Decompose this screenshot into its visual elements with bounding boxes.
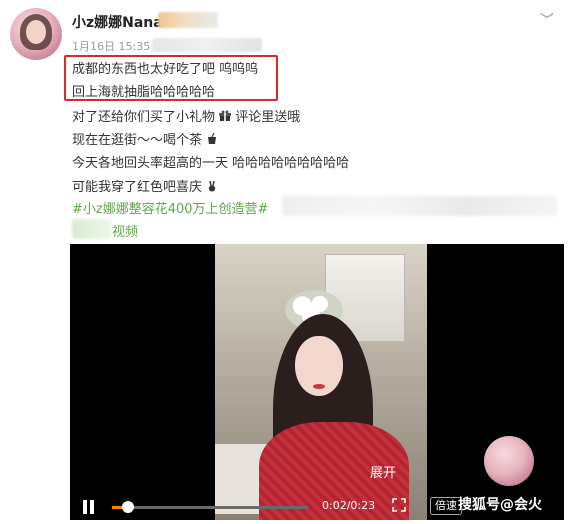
blurred-hashtag-tail: [282, 196, 557, 216]
progress-bar[interactable]: [112, 501, 308, 513]
blurred-link-prefix: [72, 219, 112, 239]
gift-icon: [219, 110, 232, 121]
video-player[interactable]: 展开 0:02/0:23 倍速 搜狐号@会火: [70, 244, 564, 520]
fullscreen-icon[interactable]: [392, 498, 406, 512]
blurred-meta: [152, 38, 262, 52]
post-line-2: 回上海就抽脂哈哈哈哈哈: [72, 85, 216, 100]
post-line-6: 可能我穿了红色吧喜庆: [72, 176, 218, 195]
video-avatar[interactable]: [484, 436, 534, 486]
video-link-label: 视频: [112, 225, 139, 240]
woman-figure: [255, 314, 409, 520]
progress-knob[interactable]: [121, 501, 134, 513]
user-avatar[interactable]: [10, 8, 62, 60]
topic-hashtag[interactable]: #小z娜娜整容花400万上创造营#: [72, 198, 268, 217]
pause-icon[interactable]: [82, 500, 96, 514]
expand-button[interactable]: 展开: [370, 462, 396, 481]
video-time: 0:02/0:23: [322, 499, 376, 512]
avatar-face: [26, 20, 46, 44]
tea-icon: [208, 133, 217, 144]
post-timestamp: 1月16日 15:35 来: [72, 40, 165, 53]
post-line-6-text: 可能我穿了红色吧喜庆: [72, 180, 203, 195]
post-line-3: 对了还给你们买了小礼物 评论里送哦: [72, 106, 300, 125]
post-line-4-text: 现在在逛街～～喝个茶: [72, 133, 203, 148]
post-line-4: 现在在逛街～～喝个茶: [72, 129, 218, 148]
post-line-5: 今天各地回头率超高的一天 哈哈哈哈哈哈哈哈哈: [72, 156, 350, 171]
chevron-down-icon[interactable]: ﹀: [540, 10, 554, 30]
woman-lips: [313, 384, 325, 389]
post-line-3-text: 对了还给你们买了小礼物: [72, 110, 216, 125]
post-line-1: 成都的东西也太好吃了吧 呜呜呜: [72, 62, 259, 77]
blurred-badge: [158, 12, 218, 28]
post-line-3-suffix: 评论里送哦: [235, 110, 301, 125]
username[interactable]: 小z娜娜Nana: [72, 12, 163, 32]
watermark: 搜狐号@会火: [458, 497, 542, 513]
victory-hand-icon: [208, 180, 216, 192]
